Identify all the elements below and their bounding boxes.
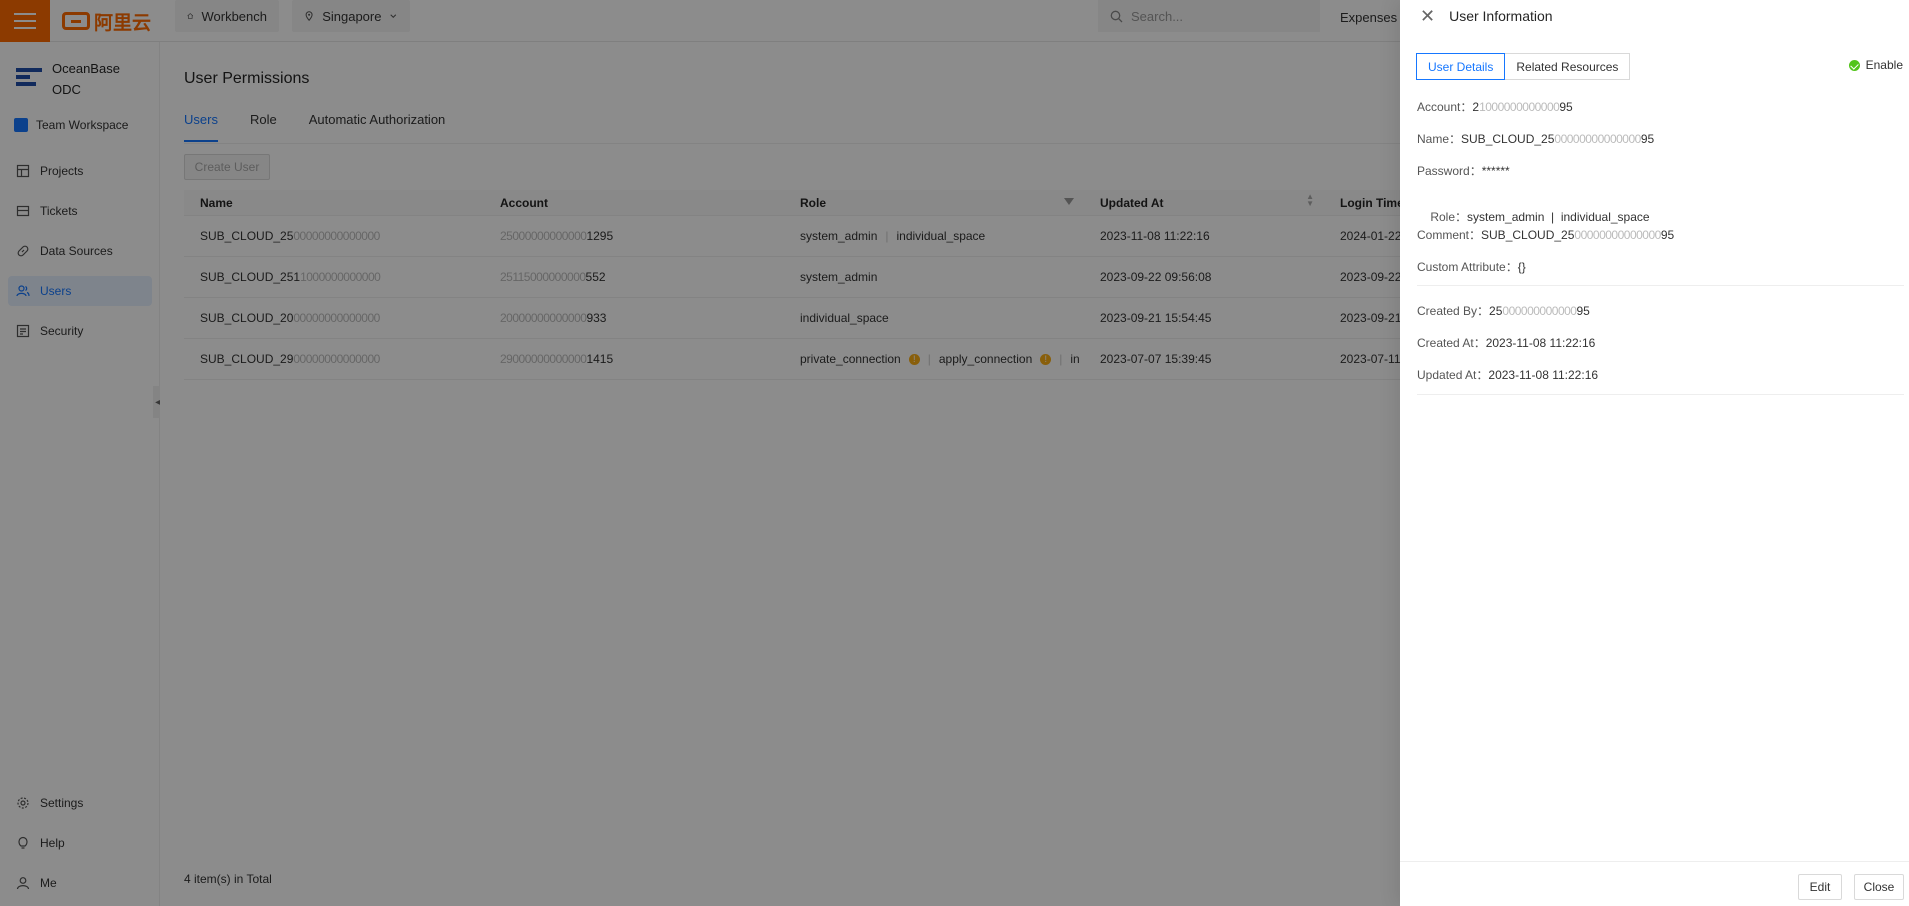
field-updated-at: Updated At：2023-11-08 11:22:16 (1417, 366, 1598, 383)
field-label: Comment： (1417, 228, 1482, 242)
field-comment: Comment：SUB_CLOUD_250000000000000095 (1417, 226, 1674, 243)
redacted-text: 1000000000000 (1479, 100, 1560, 114)
created-at-value: 2023-11-08 11:22:16 (1485, 336, 1596, 350)
status-badge: Enable (1848, 58, 1903, 72)
name-suffix: 95 (1640, 132, 1655, 146)
custom-attribute-value: {} (1517, 260, 1526, 274)
field-password: Password：****** (1417, 162, 1510, 179)
field-custom-attribute: Custom Attribute：{} (1417, 258, 1526, 275)
field-account: Account：2100000000000095 (1417, 98, 1573, 115)
user-information-drawer: ✕ User Information User Details Related … (1400, 0, 1909, 906)
field-label: Custom Attribute： (1417, 260, 1518, 274)
tab-related-resources[interactable]: Related Resources (1505, 53, 1631, 80)
close-icon[interactable]: ✕ (1420, 6, 1435, 27)
field-created-at: Created At：2023-11-08 11:22:16 (1417, 334, 1595, 351)
name-prefix: SUB_CLOUD_25 (1461, 132, 1555, 146)
created-by-suffix: 95 (1576, 304, 1590, 318)
drawer-header: ✕ User Information (1400, 0, 1909, 32)
comment-suffix: 95 (1660, 228, 1675, 242)
drawer-title: User Information (1449, 8, 1553, 24)
field-label: Password： (1417, 164, 1482, 178)
field-label: Updated At： (1417, 368, 1489, 382)
drawer-footer-divider (1400, 861, 1909, 862)
field-label: Role： (1430, 210, 1468, 224)
edit-button[interactable]: Edit (1798, 874, 1842, 900)
field-label: Created At： (1417, 336, 1486, 350)
field-label: Created By： (1417, 304, 1490, 318)
account-suffix: 95 (1559, 100, 1573, 114)
created-by-prefix: 25 (1489, 304, 1503, 318)
close-button[interactable]: Close (1854, 874, 1904, 900)
role-value: system_admin | individual_space (1467, 210, 1650, 224)
redacted-text: 00000000000000 (1574, 228, 1661, 242)
redacted-text: 000000000000 (1502, 304, 1577, 318)
field-created-by: Created By：2500000000000095 (1417, 302, 1590, 319)
field-label: Account： (1417, 100, 1473, 114)
divider (1417, 394, 1904, 395)
status-label: Enable (1865, 58, 1903, 72)
redacted-text: 00000000000000 (1554, 132, 1641, 146)
divider (1417, 285, 1904, 286)
updated-at-value: 2023-11-08 11:22:16 (1488, 368, 1599, 382)
modal-mask[interactable] (0, 0, 1400, 906)
comment-prefix: SUB_CLOUD_25 (1481, 228, 1575, 242)
field-name: Name：SUB_CLOUD_250000000000000095 (1417, 130, 1654, 147)
password-value: ****** (1481, 164, 1510, 178)
drawer-tabs: User Details Related Resources (1416, 53, 1631, 80)
tab-user-details[interactable]: User Details (1416, 53, 1506, 80)
check-circle-icon (1848, 59, 1860, 71)
field-label: Name： (1417, 132, 1462, 146)
